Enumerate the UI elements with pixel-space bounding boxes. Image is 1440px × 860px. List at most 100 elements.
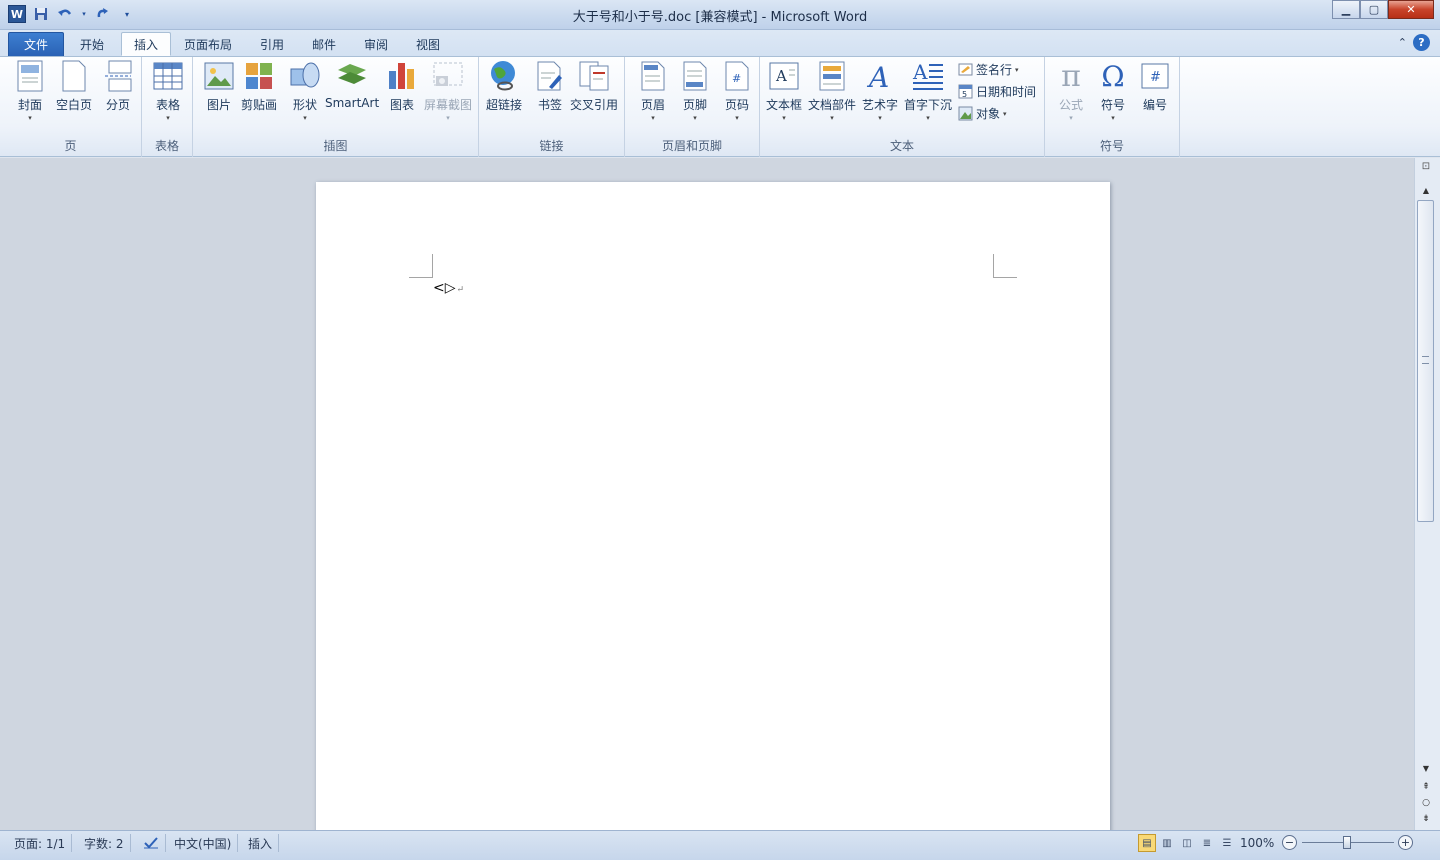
window-title: 大于号和小于号.doc [兼容模式] - Microsoft Word bbox=[572, 10, 868, 25]
blank-page-icon bbox=[58, 60, 90, 92]
web-layout-icon[interactable]: ◫ bbox=[1178, 834, 1196, 852]
footer-dropdown-icon: ▾ bbox=[693, 114, 697, 122]
word-count[interactable]: 字数: 2 bbox=[78, 834, 131, 852]
date-time-button[interactable]: 5 日期和时间 bbox=[958, 83, 1036, 100]
tab-file[interactable]: 文件 bbox=[8, 32, 64, 56]
quick-parts-icon bbox=[816, 60, 848, 92]
next-page-icon[interactable]: ⇟ bbox=[1419, 814, 1433, 827]
hyperlink-label: 超链接 bbox=[486, 98, 523, 112]
page-break-icon bbox=[102, 60, 134, 92]
margin-corner-top-left bbox=[409, 254, 433, 278]
signature-line-button[interactable]: 签名行 ▾ bbox=[958, 61, 1019, 78]
svg-text:#: # bbox=[732, 72, 741, 85]
blank-page-button[interactable]: 空白页 bbox=[56, 60, 92, 113]
zoom-level[interactable]: 100% bbox=[1240, 834, 1274, 852]
vertical-scrollbar[interactable]: ⊡ ▲ ▼ ⇞ ○ ⇟ bbox=[1414, 158, 1440, 830]
table-button[interactable]: 表格 ▾ bbox=[152, 60, 184, 124]
page-break-button[interactable]: 分页 bbox=[102, 60, 134, 113]
outline-icon[interactable]: ≣ bbox=[1198, 834, 1216, 852]
help-icon[interactable]: ? bbox=[1413, 34, 1430, 51]
table-label: 表格 bbox=[155, 98, 180, 112]
close-button[interactable]: ✕ bbox=[1388, 0, 1434, 19]
browse-object-icon[interactable]: ○ bbox=[1419, 798, 1433, 811]
bookmark-button[interactable]: 书签 bbox=[534, 60, 566, 113]
smartart-button[interactable]: SmartArt bbox=[325, 60, 379, 110]
table-icon bbox=[152, 60, 184, 92]
chart-button[interactable]: 图表 bbox=[386, 60, 418, 113]
language-indicator[interactable]: 中文(中国) bbox=[168, 834, 239, 852]
clipart-button[interactable]: 剪贴画 bbox=[241, 60, 277, 113]
scroll-up-arrow-icon[interactable]: ▲ bbox=[1419, 186, 1433, 198]
object-icon bbox=[958, 106, 973, 121]
zoom-in-icon[interactable]: + bbox=[1398, 835, 1413, 850]
tab-home[interactable]: 开始 bbox=[68, 32, 116, 56]
number-button[interactable]: # 编号 bbox=[1139, 60, 1171, 113]
ruler-toggle-icon[interactable]: ⊡ bbox=[1419, 161, 1433, 177]
ribbon-controls: ⌃ ? bbox=[1398, 34, 1430, 51]
maximize-button[interactable]: ▢ bbox=[1360, 0, 1388, 19]
tab-view[interactable]: 视图 bbox=[404, 32, 452, 56]
drop-cap-button[interactable]: A 首字下沉 ▾ bbox=[904, 60, 952, 124]
cross-reference-button[interactable]: 交叉引用 bbox=[570, 60, 618, 113]
scroll-down-arrow-icon[interactable]: ▼ bbox=[1419, 764, 1433, 776]
document-page[interactable]: <▷↵ bbox=[316, 182, 1110, 830]
symbol-dropdown-icon: ▾ bbox=[1111, 114, 1115, 122]
equation-button[interactable]: π 公式 ▾ bbox=[1055, 58, 1087, 124]
page-number-button[interactable]: # 页码 ▾ bbox=[721, 60, 753, 124]
symbol-button[interactable]: Ω 符号 ▾ bbox=[1097, 60, 1129, 124]
picture-label: 图片 bbox=[206, 98, 231, 112]
tab-insert[interactable]: 插入 bbox=[121, 32, 172, 56]
zoom-out-icon[interactable]: − bbox=[1282, 835, 1297, 850]
scroll-thumb[interactable] bbox=[1417, 200, 1434, 522]
picture-button[interactable]: 图片 bbox=[203, 60, 235, 113]
quick-parts-label: 文档部件 bbox=[808, 98, 857, 112]
header-label: 页眉 bbox=[640, 98, 665, 112]
cover-page-button[interactable]: 封面 ▾ bbox=[14, 60, 46, 124]
drop-cap-dropdown-icon: ▾ bbox=[926, 114, 930, 122]
object-button[interactable]: 对象 ▾ bbox=[958, 105, 1007, 122]
tab-review[interactable]: 审阅 bbox=[352, 32, 400, 56]
document-area: <▷↵ bbox=[0, 158, 1414, 830]
page-count[interactable]: 页面: 1/1 bbox=[8, 834, 73, 852]
proofing-icon[interactable] bbox=[136, 834, 166, 852]
insert-mode-indicator[interactable]: 插入 bbox=[242, 834, 280, 852]
hyperlink-button[interactable]: 超链接 bbox=[486, 60, 522, 113]
shapes-icon bbox=[289, 60, 321, 92]
cover-page-label: 封面 bbox=[17, 98, 42, 112]
scroll-grip-icon bbox=[1422, 356, 1429, 364]
full-screen-reading-icon[interactable]: ▥ bbox=[1158, 834, 1176, 852]
text-box-button[interactable]: A 文本框 ▾ bbox=[766, 60, 802, 124]
document-body[interactable]: <▷↵ bbox=[433, 280, 464, 296]
margin-corner-top-right bbox=[993, 254, 1017, 278]
shapes-button[interactable]: 形状 ▾ bbox=[289, 60, 321, 124]
group-tables: 表格 ▾ 表格 bbox=[142, 57, 193, 157]
collapse-ribbon-icon[interactable]: ⌃ bbox=[1398, 36, 1407, 49]
tab-mailings[interactable]: 邮件 bbox=[300, 32, 348, 56]
ribbon-tabs: 文件 开始 插入 页面布局 引用 邮件 审阅 视图 ⌃ ? bbox=[0, 30, 1440, 56]
text-box-icon: A bbox=[768, 60, 800, 92]
minimize-button[interactable]: ▁ bbox=[1332, 0, 1360, 19]
wordart-button[interactable]: A 艺术字 ▾ bbox=[862, 60, 898, 124]
svg-text:5: 5 bbox=[962, 90, 967, 99]
quick-parts-button[interactable]: 文档部件 ▾ bbox=[808, 60, 856, 124]
table-dropdown-icon: ▾ bbox=[166, 114, 170, 122]
previous-page-icon[interactable]: ⇞ bbox=[1419, 782, 1433, 795]
print-layout-icon[interactable]: ▤ bbox=[1138, 834, 1156, 852]
screenshot-button[interactable]: 屏幕截图 ▾ bbox=[424, 60, 472, 124]
number-icon: # bbox=[1139, 60, 1171, 92]
svg-text:A: A bbox=[775, 67, 787, 85]
tab-page-layout[interactable]: 页面布局 bbox=[172, 32, 244, 56]
tab-references[interactable]: 引用 bbox=[248, 32, 296, 56]
text-box-dropdown-icon: ▾ bbox=[782, 114, 786, 122]
header-button[interactable]: 页眉 ▾ bbox=[637, 60, 669, 124]
clipart-icon bbox=[243, 60, 275, 92]
smartart-icon bbox=[336, 60, 368, 92]
pi-icon: π bbox=[1061, 58, 1081, 94]
draft-icon[interactable]: ☰ bbox=[1218, 834, 1236, 852]
zoom-slider-thumb[interactable] bbox=[1343, 836, 1351, 849]
svg-text:A: A bbox=[866, 61, 889, 91]
header-dropdown-icon: ▾ bbox=[651, 114, 655, 122]
footer-button[interactable]: 页脚 ▾ bbox=[679, 60, 711, 124]
signature-line-label: 签名行 bbox=[976, 63, 1013, 77]
group-label-pages: 页 bbox=[64, 139, 77, 153]
